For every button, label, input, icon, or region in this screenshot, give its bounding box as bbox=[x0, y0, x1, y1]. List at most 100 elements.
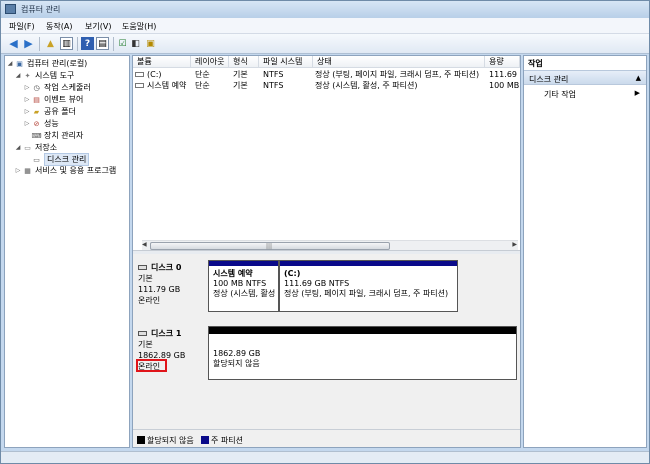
column-header-type[interactable]: 형식 bbox=[229, 56, 259, 68]
unallocated-bar bbox=[209, 327, 516, 334]
expand-icon[interactable]: ▷ bbox=[23, 96, 31, 103]
expand-icon[interactable]: ▷ bbox=[14, 167, 22, 174]
disk-graphical-view: 디스크 0 기본 111.79 GB 온라인 시스템 예약 100 MB NTF… bbox=[133, 254, 520, 426]
type-cell: 기본 bbox=[233, 70, 248, 79]
partition-name: (C:) bbox=[284, 269, 301, 278]
primary-partition-bar bbox=[280, 261, 457, 266]
column-header-filesystem[interactable]: 파일 시스템 bbox=[259, 56, 313, 68]
computer-management-icon bbox=[5, 4, 16, 14]
scrollbar-thumb[interactable]: ||| bbox=[150, 242, 390, 250]
help-icon[interactable]: ? bbox=[81, 37, 94, 50]
tree-shared-folders-label: 공유 폴더 bbox=[44, 107, 76, 116]
tree-task-scheduler-label: 작업 스케줄러 bbox=[44, 83, 91, 92]
menu-action[interactable]: 동작(A) bbox=[46, 21, 72, 32]
disk-management-icon: ▭ bbox=[33, 155, 40, 164]
more-actions-label: 기타 작업 bbox=[544, 90, 576, 99]
tree-event-viewer-label: 이벤트 뷰어 bbox=[44, 95, 84, 104]
actions-section-disk-management[interactable]: 디스크 관리 ▲ bbox=[524, 70, 646, 85]
connect-icon[interactable]: ◧ bbox=[129, 37, 142, 50]
expand-icon[interactable]: ▷ bbox=[23, 120, 31, 127]
toolbar: ◀ ▶ ▲ ▥ ? ▤ ☑ ◧ ▣ bbox=[1, 34, 649, 54]
legend: 할당되지 않음 주 파티션 bbox=[133, 429, 520, 447]
tree-services[interactable]: ▷ ▦ 서비스 및 응용 프로그램 bbox=[14, 165, 117, 176]
collapse-icon[interactable]: ◢ bbox=[14, 72, 22, 79]
tree-event-viewer[interactable]: ▷ ▤ 이벤트 뷰어 bbox=[23, 94, 84, 105]
column-header-status[interactable]: 상태 bbox=[313, 56, 485, 68]
volume-list: 볼륨 레이아웃 형식 파일 시스템 상태 용량 (C:) 단순 기본 NTFS … bbox=[133, 56, 520, 250]
event-viewer-icon: ▤ bbox=[33, 95, 40, 104]
partition-unallocated[interactable]: 1862.89 GB 할당되지 않음 bbox=[208, 326, 517, 380]
toolbar-separator bbox=[77, 37, 78, 51]
disk0-type: 기본 bbox=[138, 274, 153, 283]
tree-storage[interactable]: ◢ ▭ 저장소 bbox=[14, 142, 57, 153]
menu-help[interactable]: 도움말(H) bbox=[122, 21, 156, 32]
primary-swatch bbox=[201, 436, 209, 444]
expand-icon[interactable]: ▷ bbox=[23, 108, 31, 115]
column-header-volume[interactable]: 볼륨 bbox=[133, 56, 191, 68]
tree-services-label: 서비스 및 응용 프로그램 bbox=[35, 166, 117, 175]
tree-shared-folders[interactable]: ▷ ▰ 공유 폴더 bbox=[23, 106, 76, 117]
disk0-name: 디스크 0 bbox=[151, 263, 182, 272]
tree-device-manager[interactable]: ⌨ 장치 관리자 bbox=[31, 130, 83, 141]
grip-icon: ||| bbox=[266, 243, 273, 250]
expand-icon[interactable]: ▷ bbox=[23, 84, 31, 91]
type-cell: 기본 bbox=[233, 81, 248, 90]
menu-view[interactable]: 보기(V) bbox=[85, 21, 111, 32]
partition-detail: 100 MB NTFS bbox=[213, 279, 267, 288]
up-folder-icon[interactable]: ▲ bbox=[44, 37, 57, 50]
scroll-left-icon[interactable]: ◀ bbox=[142, 241, 147, 248]
device-manager-icon: ⌨ bbox=[31, 131, 42, 140]
status-cell: 정상 (시스템, 활성, 주 파티션) bbox=[315, 81, 418, 90]
column-header-capacity[interactable]: 용량 bbox=[485, 56, 520, 68]
performance-icon: ⊘ bbox=[33, 119, 40, 128]
capacity-cell: 100 MB bbox=[489, 81, 520, 90]
back-icon[interactable]: ◀ bbox=[7, 37, 20, 50]
more-actions-item[interactable]: 기타 작업 bbox=[544, 89, 576, 100]
disk0-info[interactable]: 디스크 0 기본 111.79 GB 온라인 bbox=[138, 262, 181, 306]
tree-performance[interactable]: ▷ ⊘ 성능 bbox=[23, 118, 59, 129]
filesystem-cell: NTFS bbox=[263, 81, 284, 90]
disk0-status: 온라인 bbox=[138, 296, 161, 305]
disk-management-pane: 볼륨 레이아웃 형식 파일 시스템 상태 용량 (C:) 단순 기본 NTFS … bbox=[132, 55, 521, 448]
actions-pane: 작업 디스크 관리 ▲ 기타 작업 ▶ bbox=[523, 55, 647, 448]
computer-management-window: 컴퓨터 관리 파일(F) 동작(A) 보기(V) 도움말(H) ◀ ▶ ▲ ▥ … bbox=[0, 0, 650, 464]
storage-icon: ▭ bbox=[24, 143, 31, 152]
disk0-size: 111.79 GB bbox=[138, 285, 181, 294]
tree-task-scheduler[interactable]: ▷ ◷ 작업 스케줄러 bbox=[23, 82, 91, 93]
partition-detail: 111.69 GB NTFS bbox=[284, 279, 350, 288]
show-hide-tree-icon[interactable]: ▥ bbox=[60, 37, 73, 50]
menu-file[interactable]: 파일(F) bbox=[9, 21, 35, 32]
column-header-layout[interactable]: 레이아웃 bbox=[191, 56, 229, 68]
layout-cell: 단순 bbox=[195, 70, 210, 79]
collapse-icon[interactable]: ◢ bbox=[14, 144, 22, 151]
collapse-icon[interactable]: ◢ bbox=[6, 60, 14, 67]
forward-icon[interactable]: ▶ bbox=[22, 37, 35, 50]
check-icon[interactable]: ☑ bbox=[116, 37, 129, 50]
legend-primary: 주 파티션 bbox=[211, 436, 243, 445]
disk-icon bbox=[138, 265, 147, 270]
submenu-arrow-icon[interactable]: ▶ bbox=[635, 89, 640, 97]
partition-status: 정상 (시스템, 활성 bbox=[213, 289, 276, 298]
collapse-up-icon[interactable]: ▲ bbox=[636, 74, 641, 82]
horizontal-scrollbar[interactable]: ◀ ||| ▶ bbox=[142, 240, 518, 250]
volume-name-cell: (C:) bbox=[135, 70, 191, 80]
title-bar[interactable]: 컴퓨터 관리 bbox=[1, 1, 649, 18]
tree-storage-label: 저장소 bbox=[35, 143, 58, 152]
export-list-icon[interactable]: ▣ bbox=[144, 37, 157, 50]
properties-icon[interactable]: ▤ bbox=[96, 37, 109, 50]
computer-icon: ▣ bbox=[16, 59, 23, 68]
legend-unallocated: 할당되지 않음 bbox=[147, 436, 194, 445]
status-highlight-box bbox=[136, 359, 167, 372]
primary-partition-bar bbox=[209, 261, 278, 266]
partition-system-reserved[interactable]: 시스템 예약 100 MB NTFS 정상 (시스템, 활성 bbox=[208, 260, 279, 312]
window-title: 컴퓨터 관리 bbox=[21, 5, 61, 14]
tree-root[interactable]: ◢ ▣ 컴퓨터 관리(로컬) bbox=[6, 58, 88, 69]
disk1-name: 디스크 1 bbox=[151, 329, 182, 338]
tree-root-label: 컴퓨터 관리(로컬) bbox=[27, 59, 88, 68]
scroll-right-icon[interactable]: ▶ bbox=[512, 241, 517, 248]
partition-c[interactable]: (C:) 111.69 GB NTFS 정상 (부팅, 페이지 파일, 크래시 … bbox=[279, 260, 458, 312]
toolbar-separator bbox=[39, 37, 40, 51]
disk1-type: 기본 bbox=[138, 340, 153, 349]
tree-system-tools[interactable]: ◢ ✦ 시스템 도구 bbox=[14, 70, 75, 81]
actions-title: 작업 bbox=[528, 59, 543, 68]
